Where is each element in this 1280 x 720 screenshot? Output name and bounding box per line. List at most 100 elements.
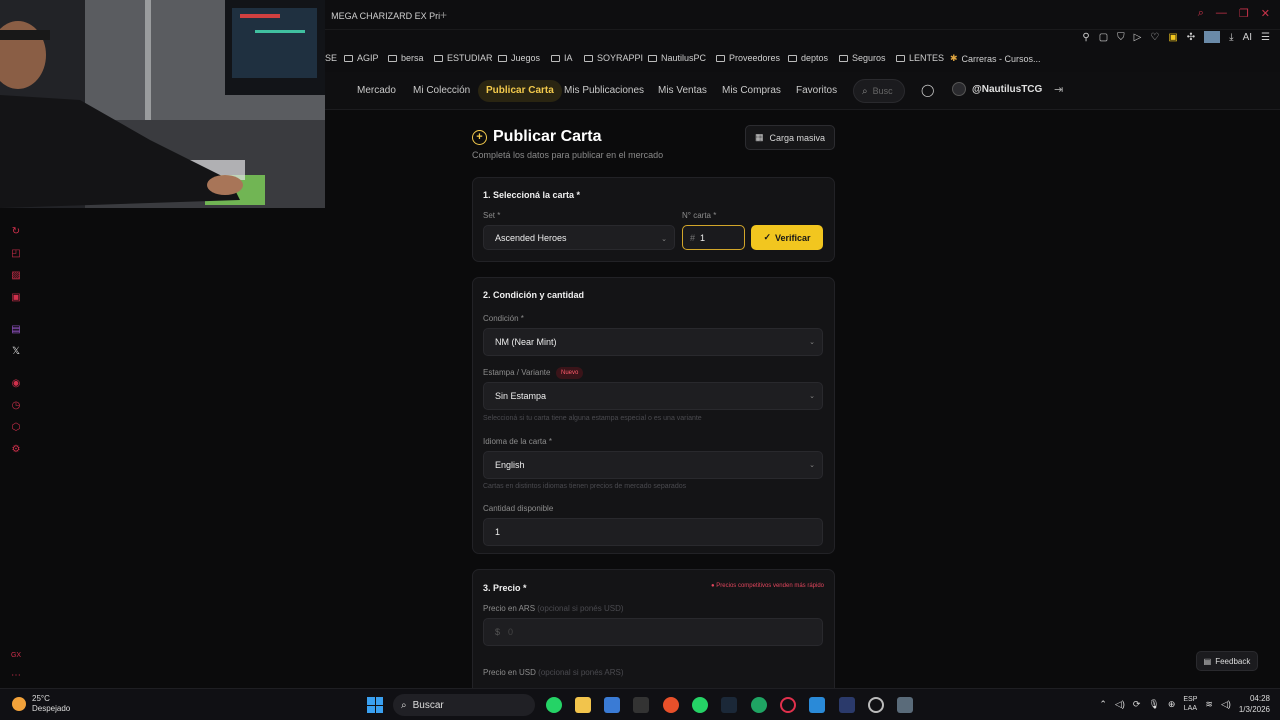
x-twitter-icon[interactable]: 𝕏 <box>10 346 22 358</box>
set-select[interactable]: Ascended Heroes ⌄ <box>483 225 675 250</box>
cube-icon[interactable]: ⬡ <box>10 422 22 434</box>
app-icon[interactable] <box>868 697 884 713</box>
nav-mis-ventas[interactable]: Mis Ventas <box>658 85 707 96</box>
mic-icon[interactable]: 🎙︎ <box>1148 699 1159 710</box>
sync-icon[interactable]: ⟳ <box>1133 699 1141 710</box>
chevron-up-icon[interactable]: ⌃ <box>1099 699 1107 710</box>
ai-extension-label[interactable]: AI <box>1243 32 1252 43</box>
messenger-icon[interactable]: ▣ <box>10 292 22 304</box>
shield-icon[interactable]: ⛉ <box>1117 32 1125 43</box>
bookmark-item[interactable]: deptos <box>788 53 828 63</box>
start-button[interactable] <box>367 697 383 713</box>
close-icon[interactable]: ✕ <box>1261 7 1270 20</box>
bookmark-item[interactable]: Proveedores <box>716 53 780 63</box>
nav-mi-coleccion[interactable]: Mi Colección <box>413 85 470 96</box>
variant-value: Sin Estampa <box>495 391 547 401</box>
bookmark-item[interactable]: ESTUDIAR <box>434 53 493 63</box>
bookmark-item[interactable]: SE <box>325 53 337 63</box>
new-tab-icon[interactable]: + <box>440 8 447 22</box>
variant-select[interactable]: Sin Estampa ⌄ <box>483 382 823 410</box>
whatsapp-icon[interactable] <box>692 697 708 713</box>
language-hint: Cartas en distintos idiomas tienen preci… <box>483 483 687 490</box>
language-select[interactable]: English ⌄ <box>483 451 823 479</box>
volume-icon[interactable]: ◁) <box>1115 699 1125 710</box>
puzzle-icon[interactable]: ✣ <box>1187 32 1195 43</box>
bookmark-item[interactable]: ✱ Carreras - Cursos... <box>950 53 1041 64</box>
bookmark-item[interactable]: SOYRAPPI <box>584 53 643 63</box>
bookmark-item[interactable]: Seguros <box>839 53 886 63</box>
gx-icon[interactable]: GX <box>10 650 22 662</box>
window-controls: ⌕ — ❐ ✕ <box>1198 7 1270 20</box>
bookmark-item[interactable]: Juegos <box>498 53 540 63</box>
opera-gx-icon[interactable] <box>780 697 796 713</box>
calculator-icon[interactable] <box>897 697 913 713</box>
system-tray: ⌃ ◁) ⟳ 🎙︎ ⊕ ESP LAA ≋ ◁) 04:28 1/3/2026 <box>1099 693 1270 715</box>
feedback-button[interactable]: ▤ Feedback <box>1196 651 1258 671</box>
nav-mercado[interactable]: Mercado <box>357 85 396 96</box>
wifi-icon[interactable]: ≋ <box>1205 699 1213 710</box>
more-icon[interactable]: ⋯ <box>10 670 22 682</box>
play-icon[interactable]: ▷ <box>1134 32 1142 43</box>
refresh-icon[interactable]: ↻ <box>10 226 22 238</box>
nav-mis-publicaciones[interactable]: Mis Publicaciones <box>564 85 644 96</box>
minimize-icon[interactable]: — <box>1216 7 1227 20</box>
nav-favoritos[interactable]: Favoritos <box>796 85 837 96</box>
bulk-upload-button[interactable]: ▦ Carga masiva <box>745 125 835 150</box>
chatgpt-icon[interactable] <box>751 697 767 713</box>
tag-icon[interactable]: ▨ <box>10 270 22 282</box>
set-value: Ascended Heroes <box>495 232 567 243</box>
clock-icon[interactable]: ◷ <box>10 400 22 412</box>
maximize-icon[interactable]: ❐ <box>1239 7 1249 20</box>
language-indicator[interactable]: ESP LAA <box>1183 695 1197 713</box>
player-icon[interactable]: ◉ <box>10 378 22 390</box>
language-label: Idioma de la carta * <box>483 437 552 446</box>
terminal-icon[interactable] <box>633 697 649 713</box>
clock[interactable]: 04:28 1/3/2026 <box>1239 693 1270 715</box>
heart-icon[interactable]: ♡ <box>1150 32 1159 43</box>
settings-icon[interactable]: ⚙ <box>10 444 22 456</box>
verify-button[interactable]: ✓ Verificar <box>751 225 823 250</box>
file-explorer-icon[interactable] <box>575 697 591 713</box>
wallet-icon[interactable]: ▣ <box>1168 32 1177 43</box>
pin-icon[interactable]: ⚲ <box>1082 32 1089 43</box>
section-condition-card: 2. Condición y cantidad Condición * NM (… <box>472 277 835 554</box>
profile-thumbnail-icon[interactable] <box>1204 31 1221 43</box>
bookmark-item[interactable]: bersa <box>388 53 424 63</box>
logout-icon[interactable]: ⇥ <box>1054 83 1063 96</box>
nav-publicar-carta[interactable]: Publicar Carta <box>478 80 562 102</box>
vpn-icon[interactable]: ⊕ <box>1168 699 1176 710</box>
taskbar-search[interactable]: ⌕ Buscar <box>393 694 535 716</box>
usd-price-label: Precio en USD (opcional si ponés ARS) <box>483 668 624 677</box>
app-navbar: Mercado Mi Colección Publicar Carta Mis … <box>325 72 1280 110</box>
download-icon[interactable]: ⤓ <box>1229 32 1233 43</box>
app-icon[interactable] <box>839 697 855 713</box>
chat-icon[interactable]: ◯ <box>921 83 934 97</box>
bookmark-item[interactable]: IA <box>551 53 573 63</box>
menu-icon[interactable]: ☰ <box>1261 32 1270 43</box>
bag-icon[interactable]: ◰ <box>10 248 22 260</box>
snapshot-icon[interactable]: ▢ <box>1099 32 1108 43</box>
weather-widget[interactable]: 25°C Despejado <box>12 694 70 714</box>
store-icon[interactable] <box>604 697 620 713</box>
page-header: + Publicar Carta Completá los datos para… <box>472 128 663 160</box>
app-icon[interactable] <box>809 697 825 713</box>
quantity-input[interactable]: 1 <box>483 518 823 546</box>
speaker-icon[interactable]: ◁) <box>1221 699 1231 710</box>
browser-tab[interactable]: • MEGA CHARIZARD EX Pri <box>322 6 440 26</box>
folder-icon <box>584 54 593 62</box>
condition-select[interactable]: NM (Near Mint) ⌄ <box>483 328 823 356</box>
twitch-icon[interactable]: ▤ <box>10 324 22 336</box>
app-icon[interactable] <box>663 697 679 713</box>
card-number-input[interactable]: # 1 <box>682 225 745 250</box>
search-icon[interactable]: ⌕ <box>1198 7 1204 20</box>
search-input[interactable]: ⌕ Busc <box>853 79 905 103</box>
user-menu[interactable]: @NautilusTCG <box>952 82 1042 96</box>
folder-icon <box>434 54 443 62</box>
steam-icon[interactable] <box>721 697 737 713</box>
bookmark-item[interactable]: AGIP <box>344 53 379 63</box>
bookmark-item[interactable]: LENTES <box>896 53 944 63</box>
ars-price-input[interactable]: $ 0 <box>483 618 823 646</box>
nav-mis-compras[interactable]: Mis Compras <box>722 85 781 96</box>
bookmark-item[interactable]: NautilusPC <box>648 53 706 63</box>
whatsapp-icon[interactable] <box>546 697 562 713</box>
